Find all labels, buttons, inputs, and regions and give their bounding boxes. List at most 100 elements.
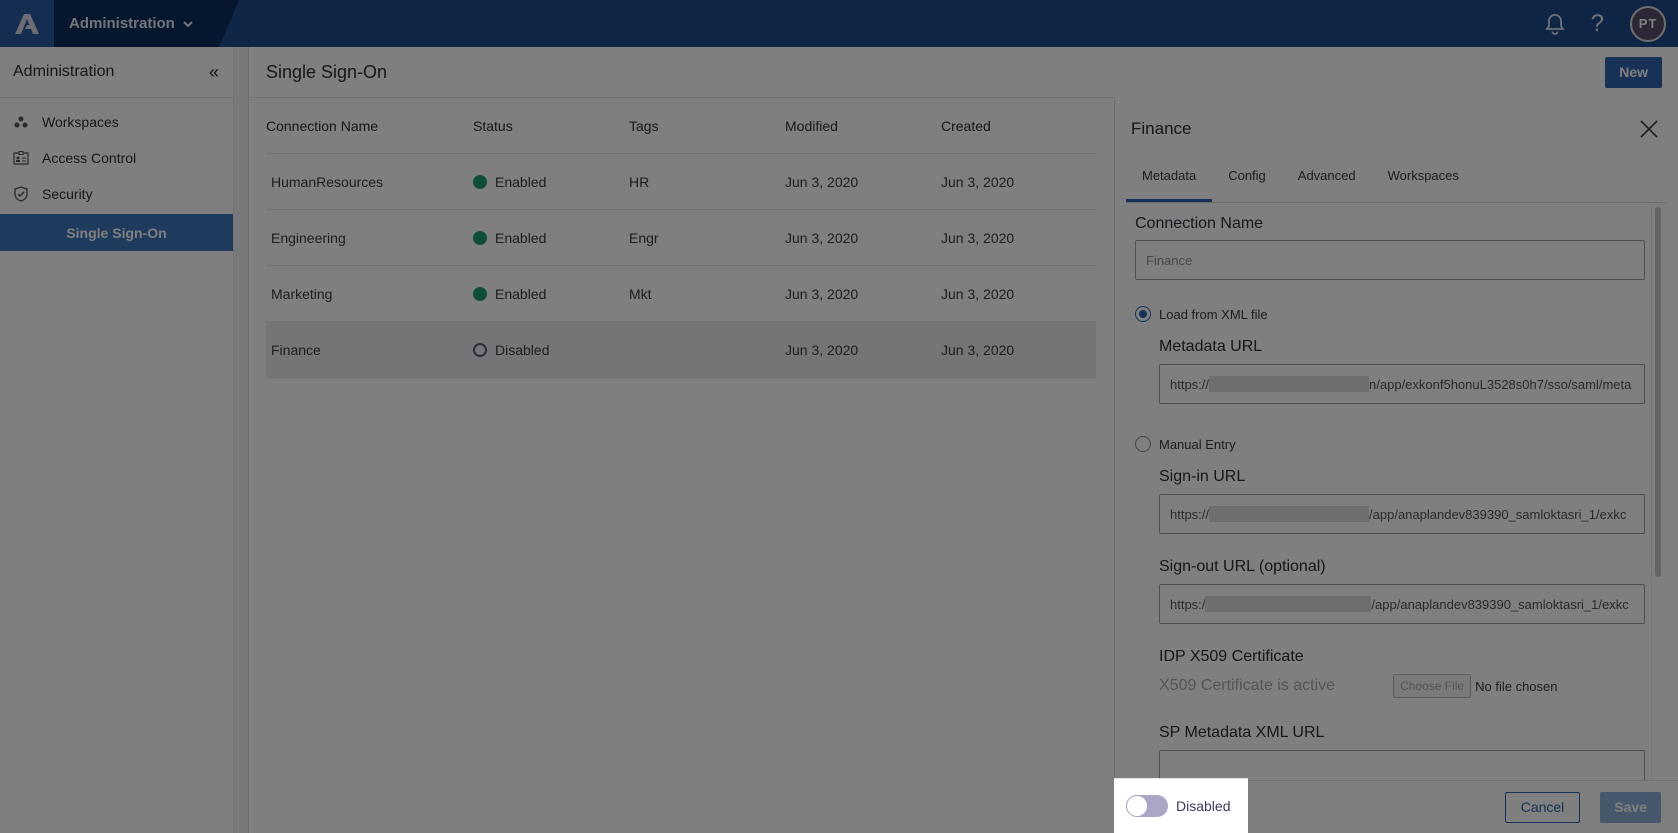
- connection-name-label: Connection Name: [1135, 215, 1264, 232]
- table-row[interactable]: Marketing Enabled Mkt Jun 3, 2020 Jun 3,…: [266, 266, 1096, 322]
- sidebar-item-workspaces[interactable]: Workspaces: [0, 104, 233, 140]
- details-panel: Finance Metadata Config Advanced Workspa…: [1114, 97, 1678, 833]
- column-header[interactable]: Status: [473, 118, 629, 134]
- save-button[interactable]: Save: [1600, 791, 1661, 823]
- signout-url-input[interactable]: https:/ /app/anaplandev839390_samloktasri…: [1159, 584, 1645, 624]
- cell-tags: HR: [629, 173, 650, 190]
- url-prefix: https:/: [1170, 596, 1206, 612]
- sidebar-item-label: Access Control: [42, 150, 137, 166]
- manual-entry-radio[interactable]: Manual Entry: [1135, 436, 1645, 452]
- signin-url-label: Sign-in URL: [1159, 468, 1246, 485]
- url-prefix: https://: [1170, 376, 1210, 392]
- tab-advanced[interactable]: Advanced: [1282, 161, 1372, 202]
- table-row[interactable]: HumanResources Enabled HR Jun 3, 2020 Ju…: [266, 154, 1096, 210]
- logo-icon: [15, 13, 39, 34]
- tab-config[interactable]: Config: [1212, 161, 1282, 202]
- cell-tags: Engr: [629, 229, 659, 246]
- toggle-label: Disabled: [1176, 798, 1231, 814]
- top-bar: Administration ? PT: [0, 0, 1678, 47]
- url-suffix: n/app/exkonf5honuL3528s0h7/sso/saml/meta: [1369, 376, 1632, 392]
- tab-metadata[interactable]: Metadata: [1126, 161, 1213, 202]
- status-toggle-area: Disabled: [1114, 778, 1248, 833]
- cert-status: X509 Certificate is active: [1159, 677, 1336, 694]
- column-header[interactable]: Modified: [785, 118, 941, 134]
- cell-name: Marketing: [271, 285, 333, 302]
- connection-name-value: Finance: [1146, 252, 1193, 268]
- notifications-button[interactable]: [1544, 13, 1565, 35]
- column-header[interactable]: Created: [941, 118, 1096, 134]
- question-icon: ?: [1590, 9, 1604, 37]
- table-header: Connection Name Status Tags Modified Cre…: [266, 98, 1096, 154]
- new-button[interactable]: New: [1605, 56, 1662, 88]
- metadata-url-input[interactable]: https:// n/app/exkonf5honuL3528s0h7/sso/s…: [1159, 364, 1645, 404]
- tab-workspaces[interactable]: Workspaces: [1372, 161, 1475, 202]
- enabled-status-icon: [473, 174, 487, 189]
- cancel-button[interactable]: Cancel: [1504, 791, 1581, 823]
- collapse-sidebar-icon[interactable]: «: [209, 62, 219, 83]
- page-title: Single Sign-On: [266, 61, 388, 82]
- sp-metadata-label: SP Metadata XML URL: [1159, 724, 1325, 741]
- enabled-status-icon: [473, 286, 487, 301]
- redacted-mask: [1209, 506, 1370, 522]
- column-header[interactable]: Connection Name: [266, 118, 473, 134]
- cell-name: HumanResources: [271, 173, 384, 190]
- url-suffix: /app/anaplandev839390_samloktasri_1/exkc: [1369, 506, 1627, 522]
- enabled-status-icon: [473, 230, 487, 245]
- cell-status: Enabled: [473, 174, 629, 190]
- radio-unchecked-icon: [1135, 436, 1151, 452]
- url-prefix: https://: [1170, 506, 1210, 522]
- workspaces-icon: [12, 116, 30, 128]
- cell-modified: Jun 3, 2020: [785, 341, 859, 358]
- metadata-url-label: Metadata URL: [1159, 338, 1263, 355]
- redacted-mask: [1205, 596, 1372, 612]
- connections-table: Connection Name Status Tags Modified Cre…: [266, 98, 1096, 378]
- choose-file-button[interactable]: Choose File: [1393, 674, 1472, 698]
- status-toggle[interactable]: [1126, 795, 1168, 817]
- panel-tabs: Metadata Config Advanced Workspaces: [1126, 161, 1668, 203]
- no-file-text: No file chosen: [1475, 678, 1558, 694]
- table-row-selected[interactable]: Finance Disabled Jun 3, 2020 Jun 3, 2020: [266, 322, 1096, 378]
- sidebar-item-access-control[interactable]: Access Control: [0, 140, 233, 176]
- redacted-mask: [1209, 376, 1370, 392]
- close-icon[interactable]: [1640, 120, 1658, 138]
- sp-metadata-input[interactable]: [1159, 750, 1645, 780]
- sidebar-item-label: Workspaces: [42, 114, 119, 130]
- load-xml-radio[interactable]: Load from XML file: [1135, 306, 1645, 322]
- id-card-icon: [12, 151, 30, 165]
- signin-url-input[interactable]: https:// /app/anaplandev839390_samloktasr…: [1159, 494, 1645, 534]
- cell-modified: Jun 3, 2020: [785, 229, 859, 246]
- column-header[interactable]: Tags: [629, 118, 785, 134]
- cell-name: Engineering: [271, 229, 346, 246]
- metadata-form: Connection Name Finance Load from XML fi…: [1135, 203, 1645, 780]
- signout-url-label: Sign-out URL (optional): [1159, 558, 1326, 575]
- sidebar-item-label: Security: [42, 186, 93, 202]
- sidebar-gutter: [234, 47, 249, 833]
- app-switcher-label: Administration: [69, 15, 175, 32]
- cell-tags: Mkt: [629, 285, 652, 302]
- app-switcher[interactable]: Administration: [54, 0, 239, 47]
- sidebar-item-label: Single Sign-On: [66, 224, 167, 241]
- panel-title: Finance: [1131, 119, 1192, 138]
- anaplan-logo[interactable]: [0, 0, 54, 47]
- cell-status: Enabled: [473, 230, 629, 246]
- scroll-thumb[interactable]: [1655, 207, 1661, 577]
- manual-entry-label: Manual Entry: [1159, 436, 1236, 452]
- sidebar-item-security[interactable]: Security: [0, 176, 233, 212]
- cell-created: Jun 3, 2020: [941, 173, 1015, 190]
- sidebar-item-single-sign-on[interactable]: Single Sign-On: [0, 214, 233, 251]
- sidebar-title: Administration: [13, 63, 115, 80]
- cert-label: IDP X509 Certificate: [1159, 648, 1304, 665]
- connection-name-input[interactable]: Finance: [1135, 240, 1645, 280]
- panel-scrollbar[interactable]: [1651, 203, 1663, 780]
- status-text: Enabled: [495, 285, 547, 302]
- cell-status: Enabled: [473, 286, 629, 302]
- help-button[interactable]: ?: [1591, 10, 1604, 38]
- chevron-down-icon: [183, 20, 193, 27]
- cell-created: Jun 3, 2020: [941, 285, 1015, 302]
- cell-created: Jun 3, 2020: [941, 229, 1015, 246]
- sidebar: Administration « Workspaces Access Contr…: [0, 47, 234, 833]
- status-text: Disabled: [495, 341, 550, 358]
- status-text: Enabled: [495, 173, 547, 190]
- avatar[interactable]: PT: [1630, 5, 1666, 42]
- table-row[interactable]: Engineering Enabled Engr Jun 3, 2020 Jun…: [266, 210, 1096, 266]
